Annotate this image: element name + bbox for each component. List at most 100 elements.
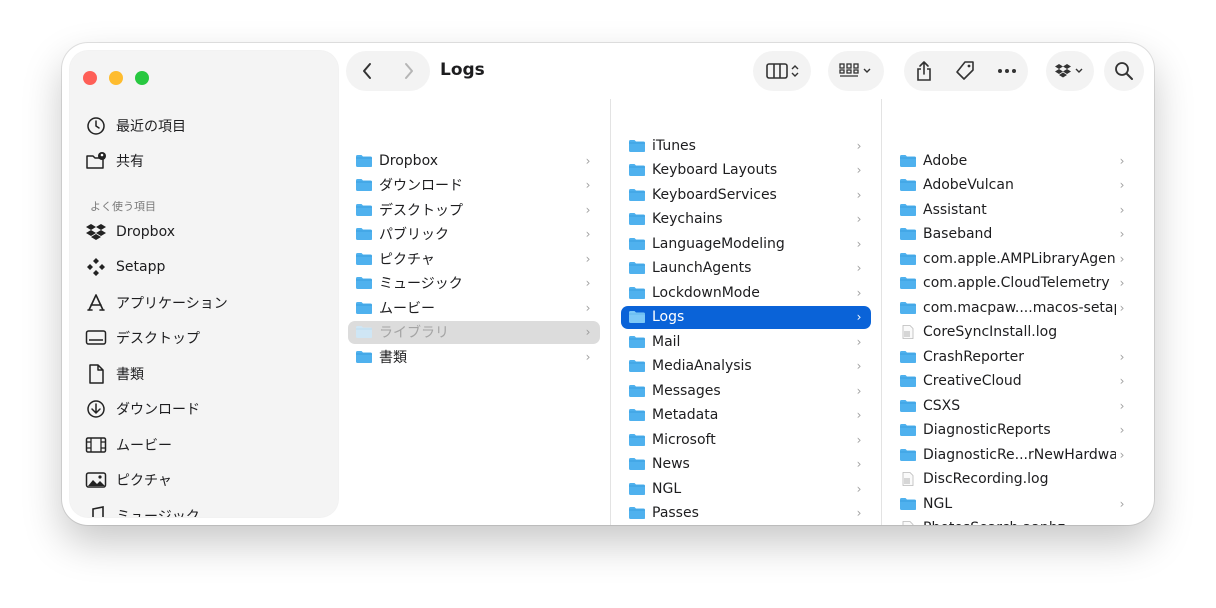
folder-row[interactable]: ムービー ›: [348, 296, 600, 319]
zoom-window-button[interactable]: [135, 71, 149, 85]
sidebar-item-applications[interactable]: アプリケーション: [84, 288, 324, 318]
folder-row[interactable]: Assistant ›: [892, 198, 1134, 221]
file-row[interactable]: DiscRecording.log: [892, 468, 1134, 491]
photo-icon: [84, 468, 108, 492]
folder-row[interactable]: com.apple.AMPLibraryAgent ›: [892, 247, 1134, 270]
folder-icon: [355, 178, 379, 192]
file-row[interactable]: CoreSyncInstall.log: [892, 321, 1134, 344]
folder-icon: [628, 433, 652, 447]
item-name: com.apple.CloudTelemetry: [923, 275, 1110, 291]
folder-row[interactable]: DiagnosticReports ›: [892, 419, 1134, 442]
group-by-button[interactable]: [828, 51, 884, 91]
folder-row[interactable]: AdobeVulcan ›: [892, 174, 1134, 197]
chevron-right-icon: ›: [1119, 153, 1125, 168]
chevron-left-icon: [363, 63, 371, 79]
folder-icon: [628, 482, 652, 496]
folder-icon: [355, 301, 379, 315]
sidebar-item-pictures[interactable]: ピクチャ: [84, 465, 324, 495]
folder-row[interactable]: Keychains ›: [621, 208, 871, 231]
sidebar-item-music[interactable]: ミュージック: [84, 501, 324, 517]
sidebar-item-label: アプリケーション: [116, 296, 228, 312]
folder-row[interactable]: Mail ›: [621, 330, 871, 353]
folder-row[interactable]: Keyboard Layouts ›: [621, 159, 871, 182]
folder-row[interactable]: デスクトップ ›: [348, 198, 600, 221]
folder-row[interactable]: ミュージック ›: [348, 272, 600, 295]
search-button[interactable]: [1104, 51, 1144, 91]
sidebar-item-label: Dropbox: [116, 224, 175, 240]
folder-row[interactable]: com.apple.CloudTelemetry ›: [892, 272, 1134, 295]
sidebar-item-documents[interactable]: 書類: [84, 359, 324, 389]
item-name: Assistant: [923, 201, 987, 218]
chevron-right-icon: ›: [585, 276, 591, 290]
sidebar-item-downloads[interactable]: ダウンロード: [84, 394, 324, 424]
forward-button[interactable]: [388, 51, 430, 91]
tag-icon: [956, 61, 974, 80]
dropbox-menu-button[interactable]: [1046, 51, 1094, 91]
folder-row[interactable]: NGL ›: [892, 492, 1134, 515]
folder-row[interactable]: LanguageModeling ›: [621, 232, 871, 255]
folder-row[interactable]: Adobe ›: [892, 149, 1134, 172]
chevron-right-icon: ›: [1119, 300, 1125, 315]
folder-row[interactable]: com.macpaw....macos-setapp ›: [892, 296, 1134, 319]
folder-row[interactable]: Metadata ›: [621, 404, 871, 427]
folder-row[interactable]: NGL ›: [621, 477, 871, 500]
shared-folder-icon: [84, 149, 108, 173]
item-name: ピクチャ: [379, 251, 435, 268]
search-icon: [1104, 51, 1144, 91]
sidebar-item-label: Setapp: [116, 259, 166, 275]
chevron-right-icon: ›: [585, 178, 591, 192]
folder-row[interactable]: CrashReporter ›: [892, 345, 1134, 368]
window-title: Logs: [440, 60, 485, 80]
folder-row[interactable]: ダウンロード ›: [348, 174, 600, 197]
more-button[interactable]: [986, 51, 1028, 91]
folder-row[interactable]: ライブラリ ›: [348, 320, 600, 344]
folder-row[interactable]: Messages ›: [621, 379, 871, 402]
tag-button[interactable]: [944, 51, 986, 91]
folder-row[interactable]: Baseband ›: [892, 223, 1134, 246]
browser-column-1: Dropbox › ダウンロード › デスクトップ › パブリック › ピクチャ › ミュージック ›…: [346, 99, 608, 525]
sidebar-item-recents[interactable]: 最近の項目: [84, 111, 324, 141]
folder-row[interactable]: iTunes ›: [621, 134, 871, 157]
sidebar-item-shared[interactable]: 共有: [84, 146, 324, 176]
share-button[interactable]: [904, 51, 944, 91]
folder-row[interactable]: MediaAnalysis ›: [621, 355, 871, 378]
back-button[interactable]: [346, 51, 388, 91]
sidebar-item-label: ムービー: [116, 438, 172, 454]
sidebar-item-setapp[interactable]: Setapp: [84, 252, 324, 282]
chevron-right-icon: ›: [856, 187, 862, 202]
minimize-window-button[interactable]: [109, 71, 123, 85]
folder-row[interactable]: Logs ›: [621, 305, 871, 329]
folder-row[interactable]: LaunchAgents ›: [621, 257, 871, 280]
folder-row[interactable]: News ›: [621, 453, 871, 476]
chevron-right-icon: ›: [856, 408, 862, 422]
sidebar-item-movies[interactable]: ムービー: [84, 430, 324, 460]
chevron-right-icon: ›: [585, 251, 591, 266]
item-name: CrashReporter: [923, 348, 1025, 365]
folder-row[interactable]: ピクチャ ›: [348, 247, 600, 270]
view-mode-button[interactable]: [753, 51, 811, 91]
folder-row[interactable]: Microsoft ›: [621, 428, 871, 451]
folder-row[interactable]: Passes ›: [621, 502, 871, 525]
item-name: DiagnosticRe...rNewHardware: [923, 446, 1116, 463]
folder-row[interactable]: LockdownMode ›: [621, 281, 871, 304]
folder-icon: [628, 237, 652, 251]
folder-row[interactable]: KeyboardServices ›: [621, 183, 871, 206]
item-name: ミュージック: [379, 276, 463, 292]
folder-icon: [628, 139, 652, 153]
sidebar-item-desktop[interactable]: デスクトップ: [84, 323, 324, 353]
item-name: ダウンロード: [379, 178, 463, 194]
folder-row[interactable]: パブリック ›: [348, 223, 600, 246]
sidebar-item-dropbox[interactable]: Dropbox: [84, 217, 324, 247]
close-window-button[interactable]: [83, 71, 97, 85]
item-name: ライブラリ: [379, 325, 449, 341]
folder-row[interactable]: 書類 ›: [348, 345, 600, 368]
folder-icon: [899, 350, 923, 364]
sidebar-item-label: 共有: [116, 154, 144, 170]
folder-row[interactable]: Dropbox ›: [348, 149, 600, 172]
desktop-icon: [84, 326, 108, 350]
file-row[interactable]: PhotosSearch.aapbz: [892, 517, 1134, 525]
folder-row[interactable]: DiagnosticRe...rNewHardware ›: [892, 443, 1134, 466]
folder-row[interactable]: CreativeCloud ›: [892, 370, 1134, 393]
folder-row[interactable]: CSXS ›: [892, 394, 1134, 417]
navigation-button-group: [346, 51, 430, 91]
